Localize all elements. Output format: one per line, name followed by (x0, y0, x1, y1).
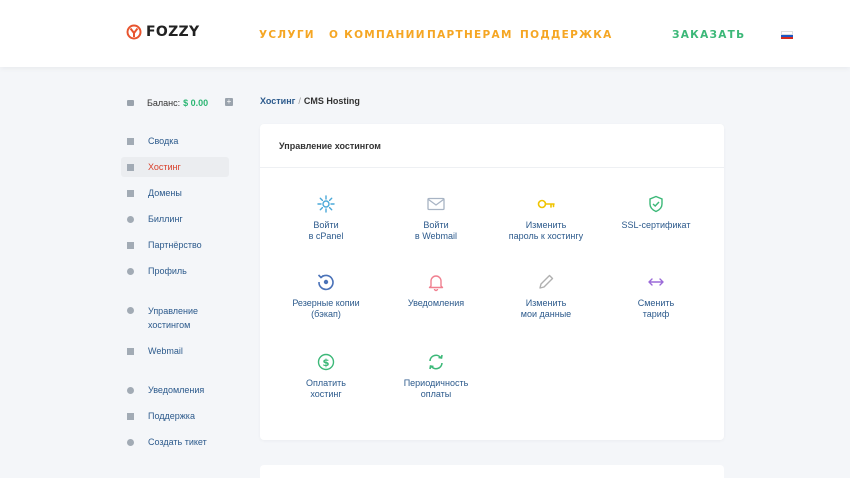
tile-change-plan[interactable]: Сменить тариф (601, 272, 711, 320)
breadcrumb: Хостинг / CMS Hosting (260, 96, 360, 106)
sidebar-item-label: Домены (148, 188, 182, 198)
domain-icon (127, 189, 134, 197)
nav-support[interactable]: ПОДДЕРЖКА (520, 29, 613, 41)
tile-label: Войти в Webmail (414, 220, 458, 241)
tile-label: Изменить пароль к хостингу (508, 220, 584, 241)
tile-label: Войти в cPanel (308, 220, 344, 241)
sidebar-item-label: Управление хостингом (148, 306, 199, 330)
card-divider (260, 167, 724, 168)
breadcrumb-separator: / (298, 96, 301, 106)
nav-services[interactable]: УСЛУГИ (259, 29, 315, 41)
tile-webmail-login[interactable]: Войти в Webmail (381, 194, 491, 242)
chat-icon (127, 412, 134, 420)
tile-ssl-certificate[interactable]: SSL-сертификат (601, 194, 711, 231)
logo[interactable]: FOZZY (126, 24, 199, 40)
sidebar-item-label: Создать тикет (148, 437, 207, 447)
tile-label: Резерные копии (бэкап) (292, 298, 360, 319)
tile-change-password[interactable]: Изменить пароль к хостингу (491, 194, 601, 242)
breadcrumb-current: CMS Hosting (303, 96, 360, 106)
tile-notifications[interactable]: Уведомления (381, 272, 491, 309)
coin-icon (127, 215, 134, 223)
sidebar-item-label: Webmail (148, 346, 183, 356)
shield-check-icon (649, 195, 663, 213)
gear-icon (127, 307, 134, 314)
tile-backups[interactable]: Резерные копии (бэкап) (271, 272, 381, 320)
plus-circle-icon (127, 438, 134, 446)
sidebar-item-label: Биллинг (148, 214, 183, 224)
sidebar-item-profile[interactable]: Профиль (121, 261, 229, 281)
sidebar-item-label: Хостинг (148, 162, 181, 172)
sidebar-item-partnership[interactable]: Партнёрство (121, 235, 229, 255)
tile-label: Изменить мои данные (520, 298, 572, 319)
sidebar-item-hosting[interactable]: Хостинг (121, 157, 229, 177)
bell-icon (428, 275, 444, 292)
top-header: FOZZY УСЛУГИ О КОМПАНИИ ПАРТНЕРАМ ПОДДЕР… (0, 0, 850, 67)
balance-label: Баланс: (147, 98, 181, 108)
tile-payment-period[interactable]: Периодичность оплаты (381, 352, 491, 400)
gear-icon (317, 195, 335, 213)
sidebar-item-summary[interactable]: Сводка (121, 131, 229, 151)
bell-icon (127, 386, 134, 394)
briefcase-icon (127, 241, 134, 249)
sidebar-item-billing[interactable]: Биллинг (121, 209, 229, 229)
tile-label: Уведомления (407, 298, 465, 308)
language-flag-icon[interactable] (781, 31, 793, 39)
svg-text:$: $ (323, 358, 330, 369)
mail-icon (127, 347, 134, 355)
dollar-icon: $ (317, 353, 335, 371)
list-icon (127, 163, 134, 171)
balance-amount: $ 0.00 (183, 98, 209, 108)
order-link[interactable]: ЗАКАЗАТЬ (672, 29, 745, 41)
tile-cpanel-login[interactable]: Войти в cPanel (271, 194, 381, 242)
tile-edit-my-data[interactable]: Изменить мои данные (491, 272, 601, 320)
nav-about[interactable]: О КОМПАНИИ (329, 29, 426, 41)
tile-label: SSL-сертификат (621, 220, 691, 230)
nav-partners[interactable]: ПАРТНЕРАМ (427, 29, 513, 41)
swap-arrows-icon (648, 278, 664, 286)
hosting-management-card: Управление хостингом Войти в cPanel Войт… (260, 124, 724, 440)
refresh-icon (429, 354, 443, 370)
mail-icon (427, 197, 445, 211)
sidebar-item-support[interactable]: Поддержка (121, 406, 229, 426)
dashboard-icon (127, 137, 134, 145)
sidebar-item-label: Уведомления (148, 385, 205, 395)
add-funds-button[interactable]: + (225, 98, 233, 106)
tile-pay-hosting[interactable]: $ Оплатить хостинг (271, 352, 381, 400)
tile-label: Сменить тариф (637, 298, 675, 319)
breadcrumb-link-hosting[interactable]: Хостинг (260, 96, 295, 106)
secondary-card (260, 465, 724, 478)
sidebar-item-label: Поддержка (148, 411, 195, 421)
sidebar-item-label: Партнёрство (148, 240, 202, 250)
sidebar-item-label: Сводка (148, 136, 179, 146)
sidebar-item-label: Профиль (148, 266, 187, 276)
user-icon (127, 267, 134, 275)
sidebar-item-create-ticket[interactable]: Создать тикет (121, 432, 229, 452)
sidebar-item-webmail[interactable]: Webmail (121, 341, 229, 361)
sidebar-item-hosting-management[interactable]: Управление хостингом (121, 304, 211, 334)
balance: Баланс: $ 0.00 (127, 98, 208, 108)
fozzy-logo-icon (126, 24, 142, 40)
sidebar-item-domains[interactable]: Домены (121, 183, 229, 203)
pencil-icon (539, 274, 554, 289)
wallet-icon (127, 100, 134, 106)
sidebar-item-notifications[interactable]: Уведомления (121, 380, 229, 400)
card-title: Управление хостингом (279, 141, 381, 151)
tile-label: Периодичность оплаты (403, 378, 469, 399)
tile-label: Оплатить хостинг (306, 378, 346, 399)
backup-icon (317, 274, 334, 291)
logo-text: FOZZY (146, 24, 200, 40)
key-icon (537, 199, 555, 209)
